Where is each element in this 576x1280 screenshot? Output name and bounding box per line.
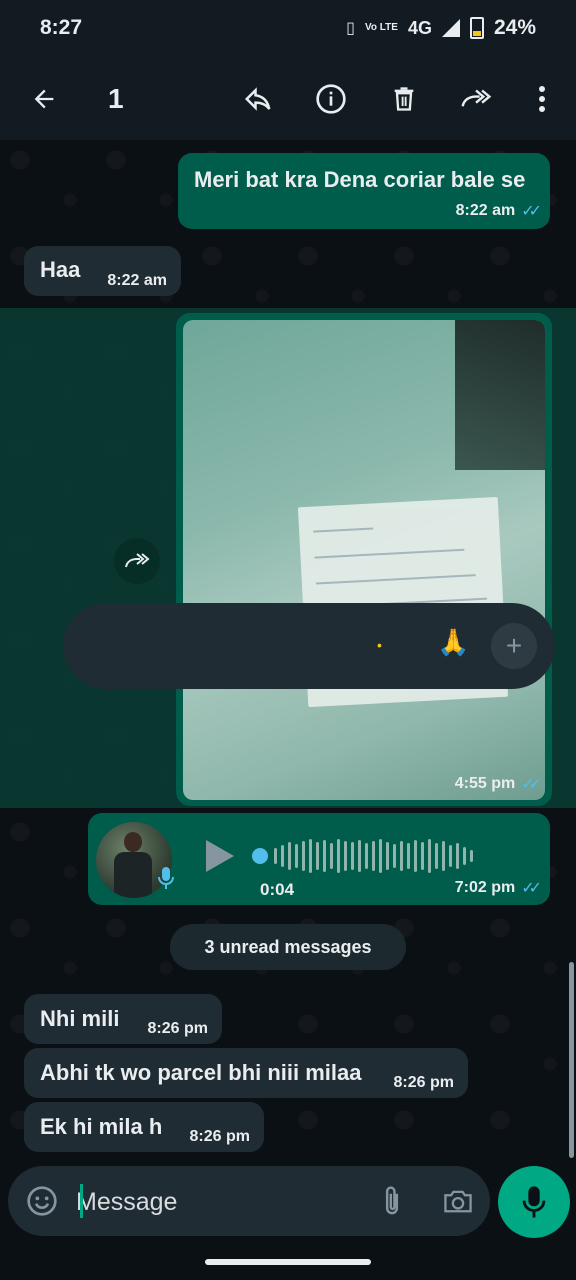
forward-icon[interactable] bbox=[452, 56, 500, 142]
message-text: Ek hi mila h bbox=[40, 1114, 163, 1139]
message-time: 8:26 pm bbox=[189, 1128, 250, 1145]
text-cursor bbox=[80, 1184, 83, 1218]
read-ticks-icon: ✓✓ bbox=[521, 776, 542, 793]
play-icon[interactable] bbox=[206, 840, 234, 872]
reply-icon[interactable] bbox=[234, 56, 282, 142]
more-options-icon[interactable] bbox=[518, 56, 566, 142]
message-time: 8:22 am bbox=[455, 202, 516, 219]
read-ticks-icon: ✓✓ bbox=[521, 203, 542, 220]
message-bubble-incoming[interactable]: Abhi tk wo parcel bhi niii milaa 8:26 pm bbox=[24, 1048, 468, 1098]
battery-icon bbox=[469, 17, 484, 39]
attach-icon[interactable] bbox=[372, 1179, 412, 1223]
signal-icon bbox=[441, 19, 460, 37]
mic-icon bbox=[522, 1186, 546, 1218]
emoji-icon[interactable] bbox=[22, 1181, 62, 1221]
read-ticks-icon: ✓✓ bbox=[521, 880, 542, 897]
scrollbar[interactable] bbox=[569, 962, 574, 1158]
reaction-emoji-pray[interactable]: 🙏 bbox=[437, 627, 469, 658]
parcel-photo[interactable] bbox=[183, 320, 545, 800]
message-time: 8:22 am bbox=[107, 272, 167, 289]
message-bubble-incoming[interactable]: Nhi mili 8:26 pm bbox=[24, 994, 222, 1044]
status-icons: ▯ Vo LTE 4G 24% bbox=[346, 16, 536, 40]
voice-duration: 0:04 bbox=[260, 880, 295, 899]
delete-icon[interactable] bbox=[380, 56, 428, 142]
camera-icon[interactable] bbox=[436, 1179, 480, 1223]
forward-shortcut-icon[interactable] bbox=[114, 538, 160, 584]
volte-icon: Vo LTE bbox=[364, 22, 398, 33]
message-text: Nhi mili bbox=[40, 1006, 120, 1031]
message-input[interactable] bbox=[74, 1178, 368, 1226]
home-gesture-handle[interactable] bbox=[205, 1259, 371, 1265]
add-reaction-button[interactable]: + bbox=[491, 623, 537, 669]
reaction-emoji[interactable]: • bbox=[377, 637, 382, 653]
message-time: 7:02 pm bbox=[454, 879, 516, 896]
voice-record-button[interactable] bbox=[498, 1166, 570, 1238]
back-arrow-icon[interactable] bbox=[20, 56, 68, 142]
message-bubble-outgoing[interactable]: Meri bat kra Dena coriar bale se 8:22 am… bbox=[178, 153, 550, 229]
selected-count: 1 bbox=[108, 83, 124, 114]
mic-small-icon bbox=[158, 866, 174, 895]
message-text: Haa bbox=[40, 257, 81, 282]
message-bubble-incoming[interactable]: Haa 8:22 am bbox=[24, 246, 181, 296]
status-bar: 8:27 ▯ Vo LTE 4G 24% bbox=[0, 0, 576, 56]
playback-handle[interactable] bbox=[252, 848, 268, 864]
selection-toolbar: 1 bbox=[0, 56, 576, 142]
unread-messages-divider: 3 unread messages bbox=[170, 924, 406, 970]
message-text: Abhi tk wo parcel bhi niii milaa bbox=[40, 1060, 362, 1085]
network-type: 4G bbox=[407, 17, 432, 38]
status-time: 8:27 bbox=[40, 16, 83, 39]
message-time: 4:55 pm bbox=[454, 775, 516, 792]
message-time: 8:26 pm bbox=[393, 1074, 454, 1091]
message-composer bbox=[8, 1166, 490, 1236]
info-icon[interactable] bbox=[307, 56, 355, 142]
vibrate-icon: ▯ bbox=[346, 20, 355, 37]
reaction-bar: • 🙏 + bbox=[63, 603, 555, 689]
message-time: 8:26 pm bbox=[147, 1020, 208, 1037]
battery-percent: 24% bbox=[493, 16, 536, 39]
message-text: Meri bat kra Dena coriar bale se bbox=[194, 167, 526, 192]
message-bubble-incoming[interactable]: Ek hi mila h 8:26 pm bbox=[24, 1102, 264, 1152]
